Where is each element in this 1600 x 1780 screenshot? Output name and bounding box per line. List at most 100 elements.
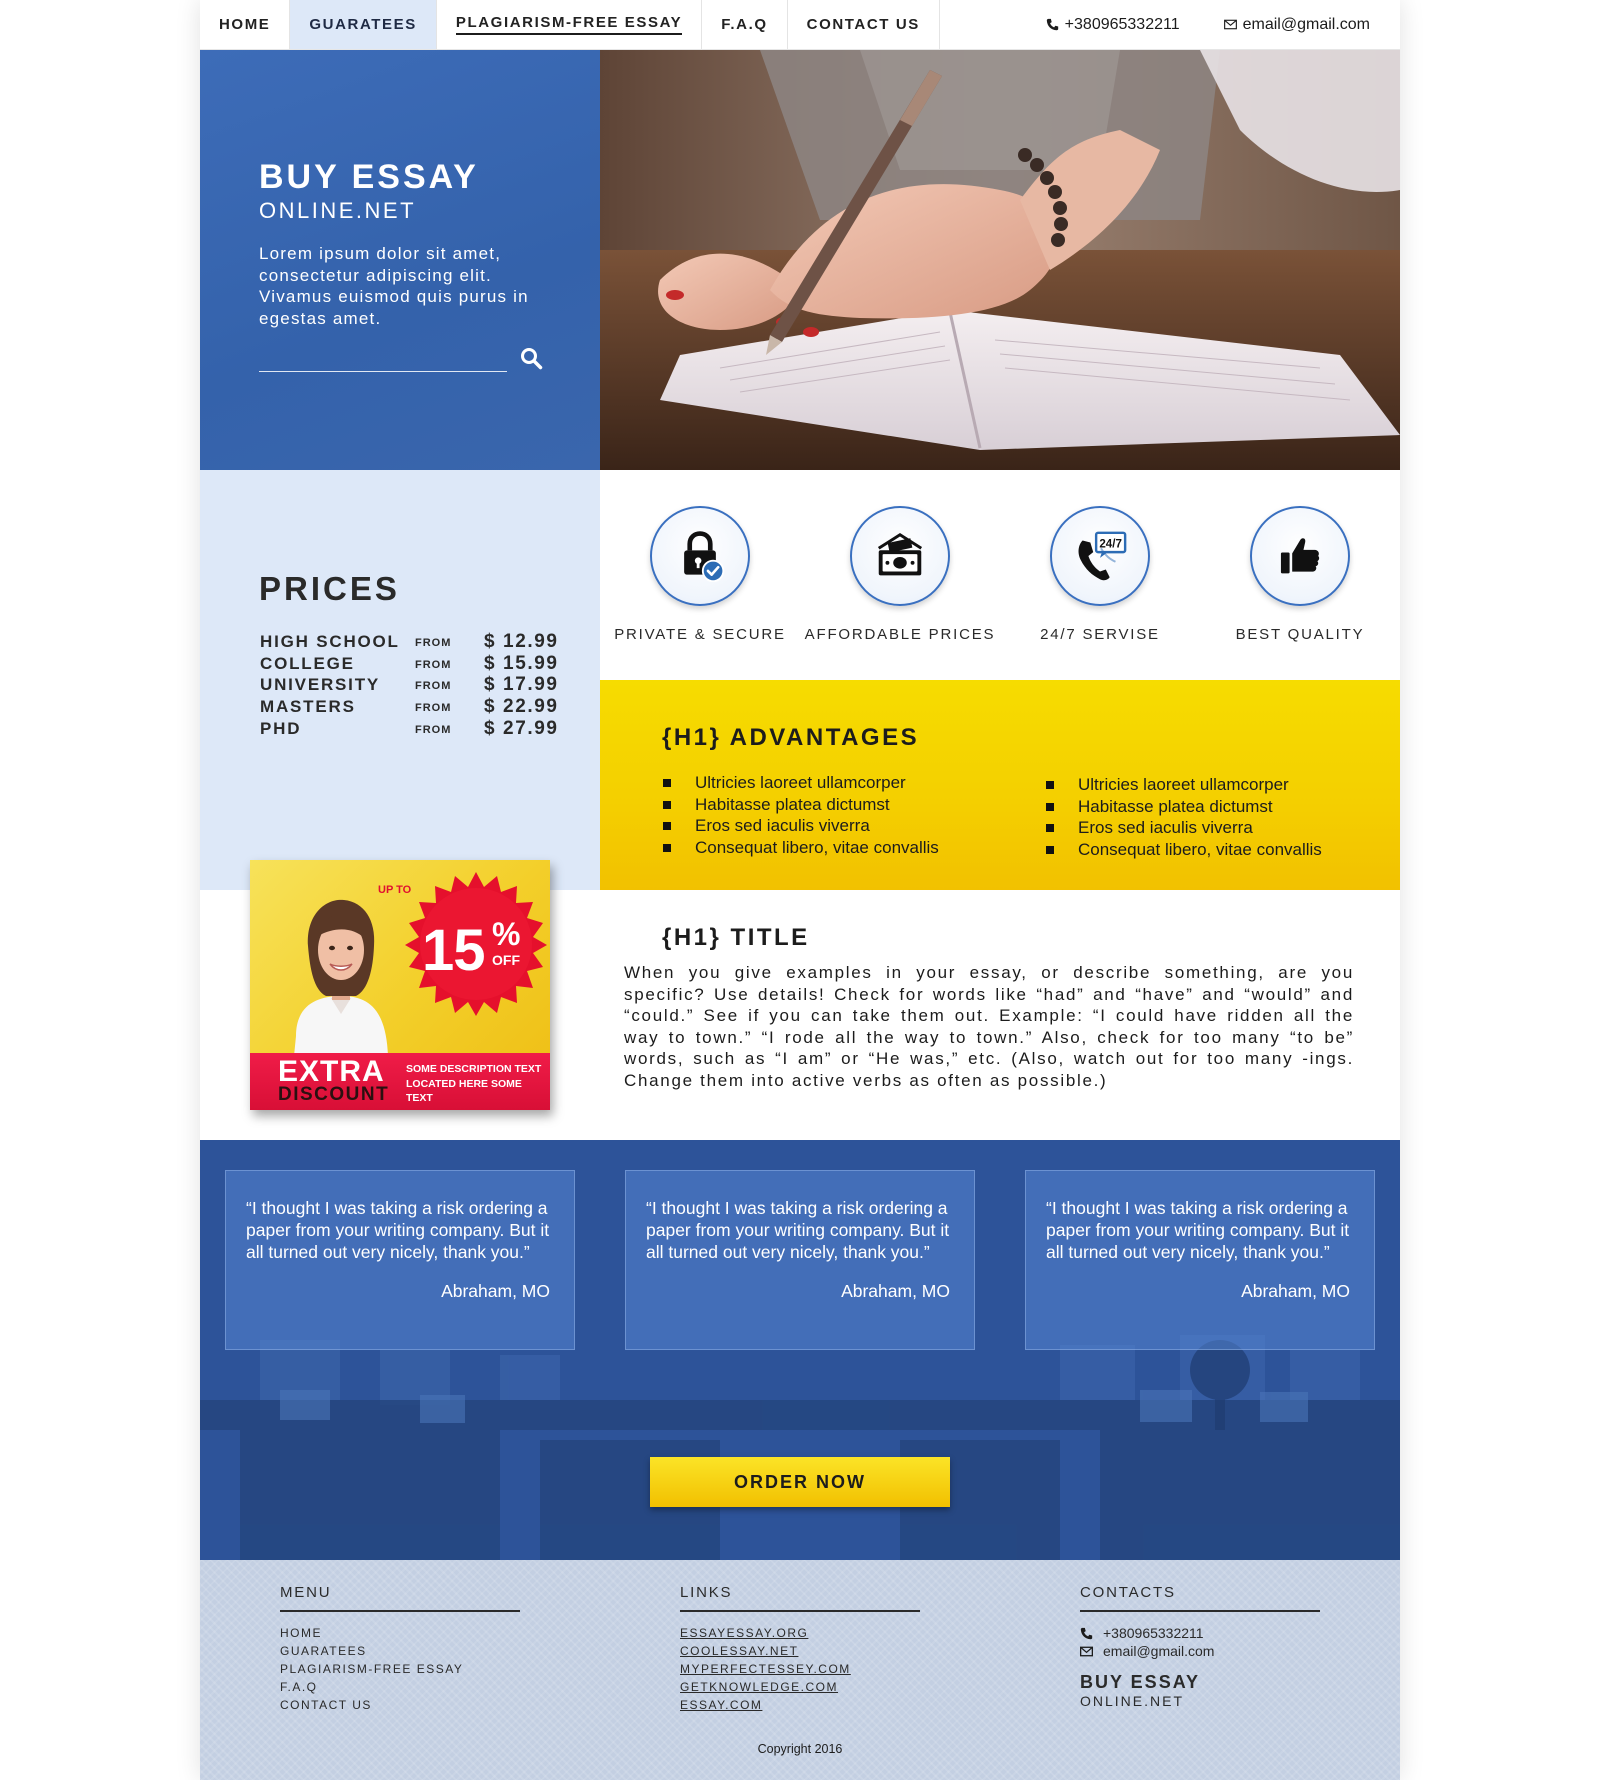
list-item: Consequat libero, vitae convallis: [1045, 839, 1322, 861]
page: HOME GUARATEES PLAGIARISM-FREE ESSAY F.A…: [200, 0, 1400, 1780]
footer-contact-list: +380965332211 email@gmail.com: [1080, 1624, 1320, 1660]
feature-best-quality: BEST QUALITY: [1200, 506, 1400, 643]
price-amount: $ 22.99: [484, 696, 559, 717]
list-item: Eros sed iaculis viverra: [662, 815, 939, 837]
footer-menu-item[interactable]: CONTACT US: [280, 1696, 520, 1714]
title-heading: {H1} TITLE: [662, 924, 810, 951]
order-now-button[interactable]: ORDER NOW: [650, 1457, 950, 1507]
nav-home[interactable]: HOME: [200, 0, 291, 49]
footer-brand-subtitle: ONLINE.NET: [1080, 1693, 1185, 1709]
copyright: Copyright 2016: [757, 1742, 843, 1756]
nav-plagiarism-label: PLAGIARISM-FREE ESSAY: [455, 14, 683, 35]
testimonial-quote: “I thought I was taking a risk ordering …: [646, 1198, 950, 1262]
footer-link[interactable]: MYPERFECTESSEY.COM: [680, 1660, 920, 1678]
footer-phone-text: +380965332211: [1103, 1625, 1204, 1641]
testimonial-card: “I thought I was taking a risk ordering …: [625, 1170, 975, 1350]
feature-24-7-service: 24/7 24/7 SERVISE: [1000, 506, 1200, 643]
footer-email[interactable]: email@gmail.com: [1080, 1642, 1320, 1660]
nav-phone[interactable]: +380965332211: [1046, 16, 1180, 34]
nav-plagiarism-free-essay[interactable]: PLAGIARISM-FREE ESSAY: [437, 0, 703, 49]
search-button[interactable]: [518, 346, 544, 372]
feature-24-7-badge: 24/7: [1099, 537, 1122, 550]
footer-menu-item[interactable]: PLAGIARISM-FREE ESSAY: [280, 1660, 520, 1678]
envelope-icon: [1080, 1646, 1093, 1656]
feature-label: BEST QUALITY: [1235, 626, 1365, 643]
search-input[interactable]: [259, 346, 507, 372]
nav-guarantees[interactable]: GUARATEES: [290, 0, 437, 49]
price-row-masters: MASTERS FROM $ 22.99: [260, 696, 560, 719]
list-item: Eros sed iaculis viverra: [1045, 817, 1322, 839]
advantages-list-left: Ultricies laoreet ullamcorper Habitasse …: [662, 772, 939, 858]
price-level: PHD: [260, 719, 302, 738]
list-item: Habitasse platea dictumst: [1045, 796, 1322, 818]
price-level: COLLEGE: [260, 654, 355, 673]
money-icon: [877, 533, 923, 576]
footer-menu: MENU HOME GUARATEES PLAGIARISM-FREE ESSA…: [280, 1584, 520, 1714]
nav-email-text: email@gmail.com: [1242, 15, 1370, 33]
price-level: UNIVERSITY: [260, 675, 381, 694]
promo-off: OFF: [492, 952, 520, 968]
footer-contacts-title: CONTACTS: [1080, 1584, 1320, 1612]
nav-email[interactable]: email@gmail.com: [1223, 15, 1370, 34]
list-item: Ultricies laoreet ullamcorper: [662, 772, 939, 794]
footer-menu-list: HOME GUARATEES PLAGIARISM-FREE ESSAY F.A…: [280, 1624, 520, 1714]
nav-faq[interactable]: F.A.Q: [702, 0, 788, 49]
footer-menu-item[interactable]: GUARATEES: [280, 1642, 520, 1660]
title-body-text: When you give examples in your essay, or…: [624, 963, 1354, 1090]
footer-menu-item[interactable]: F.A.Q: [280, 1678, 520, 1696]
price-from: FROM: [415, 724, 452, 736]
footer-brand-title: BUY ESSAY: [1080, 1672, 1201, 1692]
footer-link[interactable]: GETKNOWLEDGE.COM: [680, 1678, 920, 1696]
footer-contacts: CONTACTS +380965332211 email@gmail.com B…: [1080, 1584, 1320, 1709]
footer-email-text: email@gmail.com: [1103, 1643, 1215, 1659]
price-row-high-school: HIGH SCHOOL FROM $ 12.99: [260, 631, 560, 654]
price-level: HIGH SCHOOL: [260, 632, 400, 651]
price-row-college: COLLEGE FROM $ 15.99: [260, 653, 560, 676]
price-row-university: UNIVERSITY FROM $ 17.99: [260, 674, 560, 697]
advantages-panel: {H1} ADVANTAGES Ultricies laoreet ullamc…: [600, 680, 1400, 890]
footer-menu-title: MENU: [280, 1584, 520, 1612]
feature-affordable-prices: AFFORDABLE PRICES: [800, 506, 1000, 643]
footer-link[interactable]: ESSAY.COM: [680, 1696, 920, 1714]
hero-description: Lorem ipsum dolor sit amet, consectetur …: [259, 244, 529, 328]
nav-phone-text: +380965332211: [1064, 15, 1180, 33]
prices-title: PRICES: [259, 570, 400, 607]
list-item: Habitasse platea dictumst: [662, 794, 939, 816]
discount-banner[interactable]: UP TO 15 % OFF EXTRA DISCOUNT SOME DESCR…: [250, 860, 550, 1110]
feature-private-secure: PRIVATE & SECURE: [600, 506, 800, 643]
promo-percent-sign: %: [492, 916, 521, 952]
testimonial-author: Abraham, MO: [841, 1281, 950, 1301]
nav-contacts: +380965332211 email@gmail.com: [1046, 0, 1400, 49]
hero-photo-writing: [600, 50, 1400, 470]
price-amount: $ 17.99: [484, 674, 559, 695]
footer-link[interactable]: COOLESSAY.NET: [680, 1642, 920, 1660]
nav-guarantees-label: GUARATEES: [309, 16, 417, 33]
footer: MENU HOME GUARATEES PLAGIARISM-FREE ESSA…: [200, 1560, 1400, 1780]
testimonial-card: “I thought I was taking a risk ordering …: [225, 1170, 575, 1350]
envelope-icon: [1223, 19, 1237, 30]
hero-brand-subtitle: ONLINE.NET: [259, 198, 417, 223]
feature-icon-circle: [850, 506, 950, 606]
price-from: FROM: [415, 637, 452, 649]
footer-menu-item[interactable]: HOME: [280, 1624, 520, 1642]
feature-label: PRIVATE & SECURE: [614, 626, 786, 643]
top-nav: HOME GUARATEES PLAGIARISM-FREE ESSAY F.A…: [200, 0, 1400, 50]
nav-home-label: HOME: [219, 16, 271, 33]
price-amount: $ 12.99: [484, 631, 559, 652]
phone-247-icon: 24/7: [1078, 531, 1127, 581]
footer-links-title: LINKS: [680, 1584, 920, 1612]
title-section: {H1} TITLE When you give examples in you…: [600, 890, 1400, 1140]
feature-label: 24/7 SERVISE: [1040, 626, 1160, 643]
footer-phone[interactable]: +380965332211: [1080, 1624, 1320, 1642]
footer-links-list: ESSAYESSAY.ORG COOLESSAY.NET MYPERFECTES…: [680, 1624, 920, 1714]
price-amount: $ 27.99: [484, 718, 559, 739]
phone-icon: [1046, 18, 1058, 31]
testimonial-quote: “I thought I was taking a risk ordering …: [1046, 1198, 1350, 1262]
nav-contact-us[interactable]: CONTACT US: [788, 0, 940, 49]
price-from: FROM: [415, 702, 452, 714]
feature-label: AFFORDABLE PRICES: [804, 626, 996, 643]
list-item: Ultricies laoreet ullamcorper: [1045, 774, 1322, 796]
footer-link[interactable]: ESSAYESSAY.ORG: [680, 1624, 920, 1642]
price-from: FROM: [415, 680, 452, 692]
nav-items: HOME GUARATEES PLAGIARISM-FREE ESSAY F.A…: [200, 0, 940, 49]
